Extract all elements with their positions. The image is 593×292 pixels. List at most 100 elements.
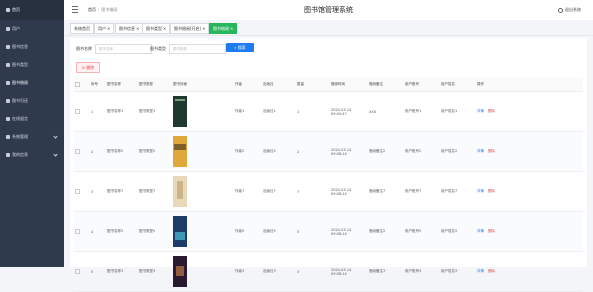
cell-count: 7 — [296, 171, 330, 212]
column-header: 操作 — [476, 78, 583, 92]
column-header[interactable]: 图书名称 — [106, 78, 138, 92]
close-icon[interactable]: × — [136, 26, 139, 31]
sidebar-item-book-type[interactable]: 图书类型 — [0, 56, 64, 74]
sidebar-item-profile[interactable]: 我的信息 — [0, 146, 64, 164]
table-row: 1 图书名称1 图书类型1 作者1 出版社1 1 2024-03-14 09:0… — [74, 91, 583, 132]
delete-button[interactable]: 删除 — [488, 269, 495, 273]
delete-button[interactable]: 删除 — [488, 189, 495, 193]
tab-borrow-open[interactable]: 图书借阅(开启)× — [170, 23, 210, 34]
logout-label: 退出系统 — [565, 7, 581, 12]
sidebar-item-return[interactable]: 图书归还 — [0, 92, 64, 110]
book-name-input[interactable]: 图书名称 — [95, 44, 152, 54]
close-icon[interactable]: × — [163, 26, 166, 31]
delete-button[interactable]: 删除 — [488, 149, 495, 153]
cell-book-type: 图书类型7 — [138, 171, 172, 212]
cell-user-name: 用户姓名3 — [440, 251, 476, 292]
close-icon[interactable]: × — [107, 26, 110, 31]
cell-book-name: 图书名称1 — [106, 91, 138, 132]
view-button[interactable]: 详情 — [477, 149, 484, 153]
cell-actions: 详情 删除 — [476, 131, 583, 172]
column-header[interactable]: 图书封面 — [172, 78, 234, 92]
cell-book-type: 图书类型5 — [138, 211, 172, 252]
tab-label: 图书信息 — [119, 26, 135, 31]
column-header[interactable]: 作者 — [234, 78, 262, 92]
sidebar-item-label: 在线留言 — [12, 116, 28, 121]
sidebar-item-system[interactable]: 系统管理 — [0, 128, 64, 146]
sidebar-item-label: 我的信息 — [12, 152, 28, 157]
row-checkbox[interactable] — [74, 211, 90, 252]
cell-book-name: 图书名称5 — [106, 211, 138, 252]
view-button[interactable]: 详情 — [477, 189, 484, 193]
column-header[interactable]: 借阅时间 — [330, 78, 368, 92]
tab-label: 用户 — [98, 26, 106, 31]
sidebar-item-borrow[interactable]: 图书借阅 — [0, 74, 64, 92]
book-type-input[interactable]: 图书类型 — [169, 44, 226, 54]
breadcrumb: 首页 / 图书借阅 — [88, 7, 117, 13]
breadcrumb-current: 图书借阅 — [101, 7, 118, 12]
sidebar-item-label: 用户 — [12, 26, 20, 31]
cell-user-name: 用户姓名2 — [440, 131, 476, 172]
cell-index: 3 — [90, 171, 106, 212]
column-header[interactable]: 用户账号 — [404, 78, 440, 92]
cell-publisher: 出版社3 — [262, 251, 296, 292]
home-label: 首页 — [12, 7, 20, 12]
sidebar-item-label: 图书归还 — [12, 98, 28, 103]
batch-delete-button[interactable]: ⊘ 删除 — [76, 62, 100, 73]
search-button[interactable]: ⌕ 搜索 — [226, 43, 254, 52]
delete-button[interactable]: 删除 — [488, 229, 495, 233]
row-checkbox[interactable] — [74, 91, 90, 132]
tab-users[interactable]: 用户× — [94, 23, 115, 34]
sidebar-menu: 用户 图书信息 图书类型 图书借阅 图书归还 在线留言 系统管理 我的信息 — [0, 20, 64, 164]
sidebar-item-users[interactable]: 用户 — [0, 20, 64, 38]
book-cover-image — [173, 176, 187, 207]
cell-author: 作者2 — [234, 131, 262, 172]
column-header[interactable]: 用户姓名 — [440, 78, 476, 92]
column-header[interactable]: 出版社 — [262, 78, 296, 92]
cell-user-name: 用户姓名5 — [440, 211, 476, 252]
sidebar-item-label: 图书借阅 — [12, 80, 28, 85]
view-button[interactable]: 详情 — [477, 269, 484, 273]
cell-count: 1 — [296, 91, 330, 132]
home-link[interactable]: 首页 — [0, 0, 64, 20]
cell-cover — [172, 91, 234, 132]
logout-button[interactable]: 退出系统 — [558, 7, 581, 13]
breadcrumb-home[interactable]: 首页 — [88, 7, 96, 12]
cell-borrow-time: 2024-03-14 09:08:14 — [330, 251, 368, 292]
tab-borrow[interactable]: 图书借阅× — [209, 23, 238, 34]
row-checkbox[interactable] — [74, 131, 90, 172]
cell-borrow-time: 2024-03-14 09:08:14 — [330, 211, 368, 252]
tab-book-info[interactable]: 图书信息× — [115, 23, 144, 34]
filter-label: 图书类型 — [150, 46, 166, 51]
cell-actions: 详情 删除 — [476, 91, 583, 132]
cell-cover — [172, 251, 234, 292]
cell-index: 5 — [90, 251, 106, 292]
book-cover-image — [173, 256, 187, 287]
sidebar-item-book-info[interactable]: 图书信息 — [0, 38, 64, 56]
column-header[interactable]: 序号 — [90, 78, 106, 92]
search-icon: ⌕ — [234, 45, 237, 50]
book-cover-image — [173, 96, 187, 127]
cell-index: 4 — [90, 211, 106, 252]
tab-book-type[interactable]: 图书类型× — [142, 23, 171, 34]
select-all-checkbox[interactable] — [74, 78, 90, 92]
row-checkbox[interactable] — [74, 171, 90, 212]
sidebar-item-message[interactable]: 在线留言 — [0, 110, 64, 128]
view-button[interactable]: 详情 — [477, 229, 484, 233]
cell-count: 2 — [296, 131, 330, 172]
cell-publisher: 出版社1 — [262, 91, 296, 132]
menu-toggle-icon[interactable] — [72, 6, 78, 13]
cell-book-type: 图书类型3 — [138, 251, 172, 292]
sidebar: 首页 用户 图书信息 图书类型 图书借阅 图书归还 在线留言 系统管理 我的信息 — [0, 0, 64, 267]
power-icon — [558, 7, 563, 13]
tab-home[interactable]: 系统首页 — [70, 23, 94, 34]
close-icon[interactable]: × — [230, 26, 233, 31]
trash-icon: ⊘ — [81, 65, 86, 70]
cell-actions: 详情 删除 — [476, 251, 583, 292]
column-header[interactable]: 数量 — [296, 78, 330, 92]
column-header[interactable]: 图书类型 — [138, 78, 172, 92]
view-button[interactable]: 详情 — [477, 109, 484, 113]
delete-button[interactable]: 删除 — [488, 109, 495, 113]
column-header[interactable]: 借阅备注 — [368, 78, 404, 92]
row-checkbox[interactable] — [74, 251, 90, 292]
close-icon[interactable]: × — [202, 26, 205, 31]
